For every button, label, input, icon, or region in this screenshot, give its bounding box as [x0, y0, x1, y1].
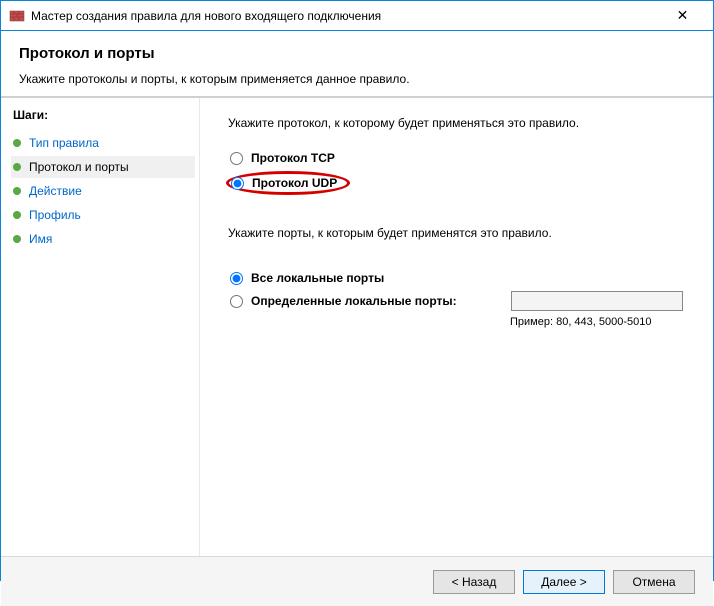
step-rule-type[interactable]: Тип правила [11, 132, 195, 154]
step-action[interactable]: Действие [11, 180, 195, 202]
back-button[interactable]: < Назад [433, 570, 515, 594]
step-label: Профиль [29, 208, 81, 222]
protocol-udp-row[interactable]: Протокол UDP [230, 168, 689, 198]
wizard-footer: < Назад Далее > Отмена [1, 556, 713, 606]
bullet-icon [13, 163, 21, 171]
step-protocol-ports[interactable]: Протокол и порты [11, 156, 195, 178]
bullet-icon [13, 211, 21, 219]
step-label: Действие [29, 184, 82, 198]
step-label: Тип правила [29, 136, 99, 150]
protocol-tcp-label[interactable]: Протокол TCP [251, 151, 335, 165]
titlebar: Мастер создания правила для нового входя… [1, 1, 713, 31]
steps-sidebar: Шаги: Тип правила Протокол и порты Дейст… [1, 98, 199, 556]
cancel-button[interactable]: Отмена [613, 570, 695, 594]
window-title: Мастер создания правила для нового входя… [31, 9, 660, 23]
protocol-prompt: Укажите протокол, к которому будет приме… [228, 116, 689, 130]
protocol-tcp-row[interactable]: Протокол TCP [230, 148, 689, 168]
step-label: Протокол и порты [29, 160, 129, 174]
firewall-icon [9, 8, 25, 24]
ports-input[interactable] [511, 291, 683, 311]
page-subtitle: Укажите протоколы и порты, к которым при… [19, 72, 695, 86]
ports-all-row[interactable]: Все локальные порты [230, 268, 689, 288]
bullet-icon [13, 139, 21, 147]
wizard-header: Протокол и порты Укажите протоколы и пор… [1, 31, 713, 98]
ports-all-label[interactable]: Все локальные порты [251, 271, 511, 285]
protocol-udp-label[interactable]: Протокол UDP [252, 176, 337, 190]
steps-heading: Шаги: [11, 108, 195, 122]
step-name[interactable]: Имя [11, 228, 195, 250]
step-label: Имя [29, 232, 52, 246]
next-button[interactable]: Далее > [523, 570, 605, 594]
ports-example: Пример: 80, 443, 5000-5010 [510, 316, 689, 328]
ports-specific-label[interactable]: Определенные локальные порты: [251, 294, 511, 308]
page-title: Протокол и порты [19, 45, 695, 62]
ports-all-radio[interactable] [230, 272, 243, 285]
wizard-body: Шаги: Тип правила Протокол и порты Дейст… [1, 98, 713, 556]
protocol-udp-radio[interactable] [231, 177, 244, 190]
main-panel: Укажите протокол, к которому будет приме… [199, 98, 713, 556]
ports-specific-radio[interactable] [230, 295, 243, 308]
ports-specific-row[interactable]: Определенные локальные порты: [230, 288, 689, 314]
bullet-icon [13, 187, 21, 195]
step-profile[interactable]: Профиль [11, 204, 195, 226]
bullet-icon [13, 235, 21, 243]
close-icon: ✕ [677, 7, 689, 24]
highlight-annotation: Протокол UDP [226, 171, 350, 195]
ports-prompt: Укажите порты, к которым будет применятс… [228, 226, 689, 240]
protocol-tcp-radio[interactable] [230, 152, 243, 165]
close-button[interactable]: ✕ [660, 1, 705, 30]
